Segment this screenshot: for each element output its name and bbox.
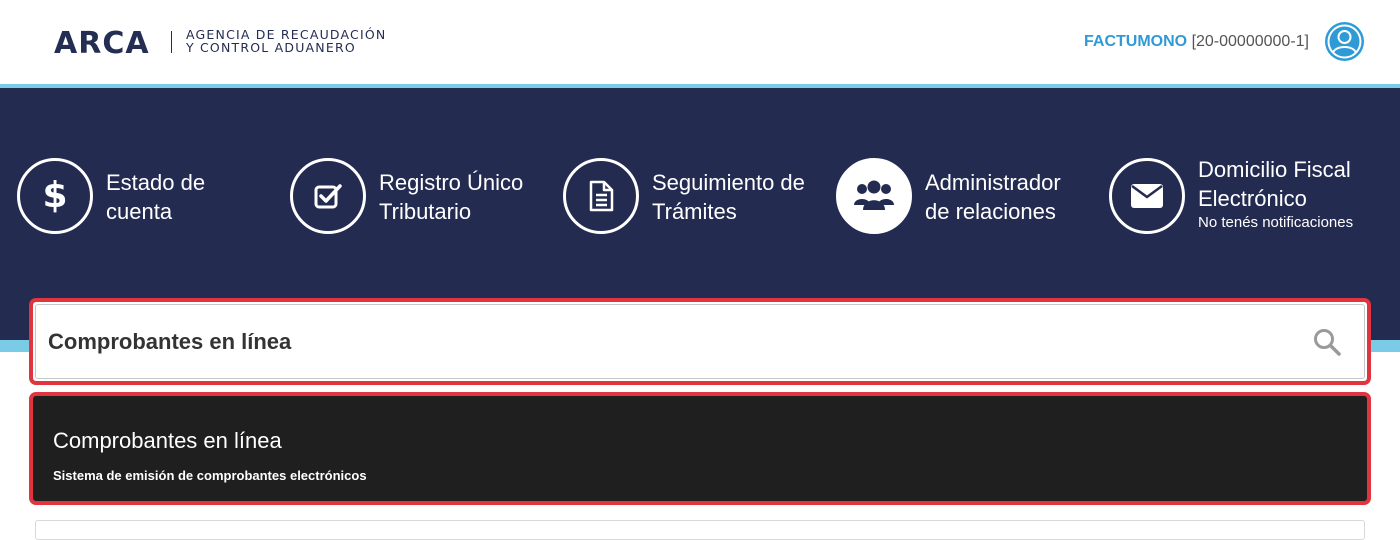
shortcut-label: Domicilio Fiscal Electrónico No tenés no… <box>1198 155 1353 233</box>
shortcut-label: Estado de cuenta <box>106 168 205 226</box>
envelope-icon <box>1109 158 1185 234</box>
site-header: ARCA AGENCIA DE RECAUDACIÓN Y CONTROL AD… <box>0 0 1400 84</box>
shortcut-label-line2: Trámites <box>652 199 737 224</box>
shortcut-label-line1: Registro Único <box>379 170 524 195</box>
shortcut-label-line2: Electrónico <box>1198 186 1307 211</box>
logo-divider <box>171 31 172 53</box>
shortcut-label-line1: Estado de <box>106 170 206 195</box>
shortcut-seguimiento-de-tramites[interactable]: Seguimiento de Trámites <box>563 158 813 234</box>
shortcut-label-line1: Administrador <box>925 170 1061 195</box>
search-result-item[interactable]: Comprobantes en línea Sistema de emisión… <box>35 398 1365 499</box>
result-subtitle: Sistema de emisión de comprobantes elect… <box>53 468 367 483</box>
shortcut-label-line1: Seguimiento de <box>652 170 805 195</box>
search-input[interactable] <box>48 325 1288 359</box>
shortcut-label-line2: Tributario <box>379 199 472 224</box>
search-box[interactable] <box>35 304 1365 379</box>
shortcut-registro-unico-tributario[interactable]: Registro Único Tributario <box>290 158 540 234</box>
shortcut-label-line1: Domicilio Fiscal <box>1198 157 1351 182</box>
shortcut-administrador-de-relaciones[interactable]: Administrador de relaciones <box>836 158 1086 234</box>
shortcut-label: Registro Único Tributario <box>379 168 523 226</box>
document-icon <box>563 158 639 234</box>
arca-logo[interactable]: ARCA <box>54 26 150 61</box>
user-name[interactable]: FACTUMONO <box>1084 33 1187 50</box>
users-icon <box>836 158 912 234</box>
agency-name: AGENCIA DE RECAUDACIÓN Y CONTROL ADUANER… <box>186 28 386 54</box>
agency-name-line2: Y CONTROL ADUANERO <box>186 40 356 55</box>
result-title[interactable]: Comprobantes en línea <box>53 428 282 454</box>
shortcut-label-line2: cuenta <box>106 199 173 224</box>
notifications-status: No tenés notificaciones <box>1198 214 1354 231</box>
checkbox-icon <box>290 158 366 234</box>
shortcut-label-line2: de relaciones <box>925 199 1056 224</box>
user-cuit: [20-00000000-1] <box>1191 33 1309 50</box>
shortcut-label: Seguimiento de Trámites <box>652 168 805 226</box>
shortcut-estado-de-cuenta[interactable]: $ Estado de cuenta <box>17 158 247 234</box>
shortcut-domicilio-fiscal-electronico[interactable]: Domicilio Fiscal Electrónico No tenés no… <box>1109 155 1369 234</box>
user-info[interactable]: FACTUMONO [20-00000000-1] <box>1084 33 1309 51</box>
search-icon[interactable] <box>1312 327 1342 357</box>
dollar-icon: $ <box>17 158 93 234</box>
shortcut-label: Administrador de relaciones <box>925 168 1061 226</box>
user-avatar-icon[interactable] <box>1325 22 1364 61</box>
content-card <box>35 520 1365 540</box>
